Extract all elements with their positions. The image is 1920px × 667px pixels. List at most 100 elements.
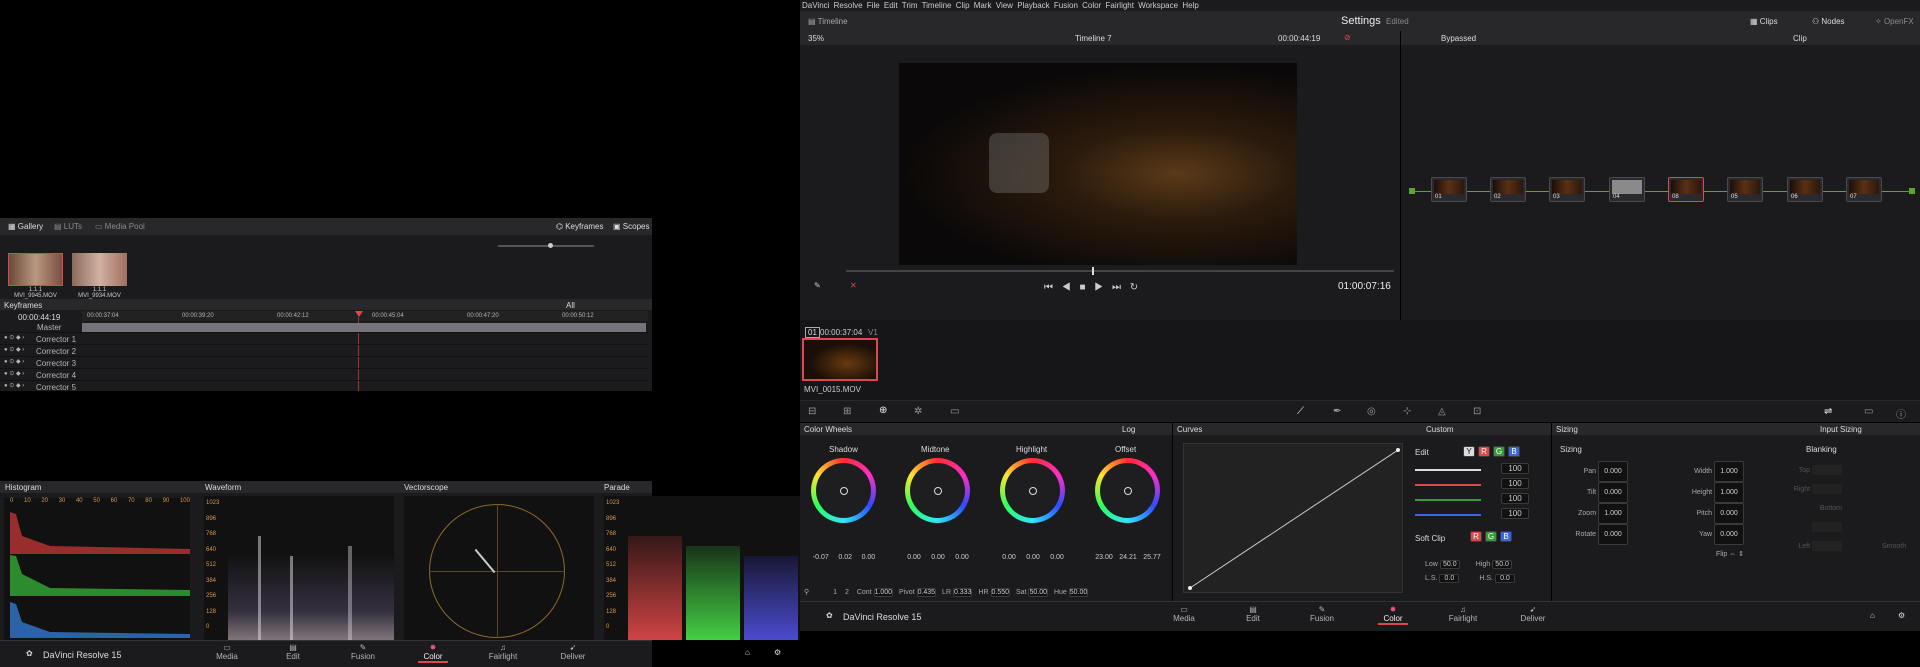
sizing-mode[interactable]: Input Sizing	[1820, 425, 1862, 434]
zoom-level[interactable]: 35%	[808, 34, 824, 43]
bypass-icon[interactable]: ⊘	[1344, 33, 1351, 42]
settings-gear-icon[interactable]: ⚙	[774, 648, 781, 657]
page-media-2[interactable]: ▭ Media	[1169, 605, 1199, 623]
channel-b[interactable]: B	[1508, 446, 1520, 457]
low-value[interactable]: 50.0	[1439, 560, 1460, 569]
keyframes-filter[interactable]: All	[566, 301, 575, 310]
loop-icon[interactable]: ↻	[1130, 282, 1138, 293]
g-intensity[interactable]: 100	[1501, 493, 1529, 504]
pan-value[interactable]: 0.000	[1598, 461, 1628, 482]
node-08[interactable]: 08	[1668, 177, 1704, 202]
curves-mode[interactable]: Custom	[1426, 425, 1454, 434]
menu-edit[interactable]: Edit	[884, 1, 898, 10]
menu-workspace[interactable]: Workspace	[1138, 1, 1178, 10]
tab-media-pool[interactable]: ▭ Media Pool	[95, 222, 145, 231]
window-icon[interactable]: ◎	[1367, 406, 1376, 417]
key-icon[interactable]: ⊡	[1473, 406, 1481, 417]
node-03[interactable]: 03	[1549, 177, 1585, 202]
menu-clip[interactable]: Clip	[956, 1, 970, 10]
wheels-mode[interactable]: Log	[1122, 425, 1135, 434]
contrast-value[interactable]: 1.000	[873, 588, 894, 597]
pitch-value[interactable]: 0.000	[1714, 503, 1744, 524]
openfx-button[interactable]: ✧ OpenFX	[1875, 17, 1914, 26]
nodes-button[interactable]: ⚇ Nodes	[1812, 17, 1845, 26]
channel-r[interactable]: R	[1478, 446, 1490, 457]
menu-mark[interactable]: Mark	[974, 1, 992, 10]
track-corrector-5[interactable]: ● ⊙ ◆ › Corrector 5	[0, 381, 648, 393]
node-02[interactable]: 02	[1490, 177, 1526, 202]
softclip-b[interactable]: B	[1500, 531, 1512, 542]
ls-value[interactable]: 0.0	[1439, 574, 1460, 583]
sat-value[interactable]: 50.00	[1028, 588, 1048, 597]
midtone-wheel[interactable]	[905, 458, 970, 523]
track-master[interactable]: Master	[0, 322, 648, 333]
page-edit[interactable]: ▤ Edit	[278, 643, 308, 661]
keyframes-button[interactable]: ⌬ Keyframes	[556, 222, 603, 231]
page-color[interactable]: ✸ Color	[418, 643, 448, 663]
node-04[interactable]: 04	[1609, 177, 1645, 202]
track-corrector-2[interactable]: ● ⊙ ◆ › Corrector 2	[0, 345, 648, 357]
qualifier-icon[interactable]: ✒	[1333, 406, 1341, 417]
r-intensity[interactable]: 100	[1501, 478, 1529, 489]
hs-value[interactable]: 0.0	[1494, 574, 1515, 583]
page-deliver-2[interactable]: ➹ Deliver	[1518, 605, 1548, 623]
menu-file[interactable]: File	[867, 1, 880, 10]
curve-graph[interactable]	[1183, 443, 1403, 593]
tracker-icon[interactable]: ⊹	[1403, 406, 1411, 417]
menu-view[interactable]: View	[996, 1, 1013, 10]
shadow-values[interactable]: -0.07 0.02 0.00	[808, 554, 880, 561]
offset-wheel[interactable]	[1095, 458, 1160, 523]
page-media[interactable]: ▭ Media	[212, 643, 242, 661]
scrub-bar[interactable]	[846, 267, 1394, 275]
parade-title[interactable]: Parade	[604, 483, 630, 492]
tab-luts[interactable]: ▤ LUTs	[54, 222, 82, 231]
flip-h-icon[interactable]: ⇔	[1729, 551, 1736, 558]
3d-icon[interactable]: ▭	[1864, 406, 1873, 417]
track-corrector-3[interactable]: ● ⊙ ◆ › Corrector 3	[0, 357, 648, 369]
track-corrector-4[interactable]: ● ⊙ ◆ › Corrector 4	[0, 369, 648, 381]
skip-end-icon[interactable]: ⏭	[1112, 282, 1121, 293]
page-fusion[interactable]: ✎ Fusion	[348, 643, 378, 661]
channel-g[interactable]: G	[1493, 446, 1505, 457]
menu-playback[interactable]: Playback	[1017, 1, 1049, 10]
page-deliver[interactable]: ➹ Deliver	[558, 643, 588, 661]
y-intensity[interactable]: 100	[1501, 463, 1529, 474]
menu-color[interactable]: Color	[1082, 1, 1101, 10]
softclip-g[interactable]: G	[1485, 531, 1497, 542]
rotate-value[interactable]: 0.000	[1598, 524, 1628, 545]
b-intensity[interactable]: 100	[1501, 508, 1529, 519]
height-value[interactable]: 1.000	[1714, 482, 1744, 503]
blur-icon[interactable]: ◬	[1438, 406, 1446, 417]
clips-button[interactable]: ▦ Clips	[1750, 17, 1778, 26]
node-01[interactable]: 01	[1431, 177, 1467, 202]
play-icon[interactable]: ▶	[1094, 282, 1103, 293]
waveform-title[interactable]: Waveform	[205, 483, 241, 492]
color-wheels-icon[interactable]: ⊕	[879, 405, 887, 416]
timeline-name[interactable]: Timeline 7	[1075, 34, 1112, 43]
zoom-value[interactable]: 1.000	[1598, 503, 1628, 524]
rgb-mixer-icon[interactable]: ✲	[914, 406, 922, 417]
width-value[interactable]: 1.000	[1714, 461, 1744, 482]
camera-raw-icon[interactable]: ⊟	[808, 406, 816, 417]
menu-fusion[interactable]: Fusion	[1054, 1, 1078, 10]
flip-v-icon[interactable]: ⇕	[1738, 551, 1744, 558]
page-color-2[interactable]: ✸ Color	[1378, 605, 1408, 625]
still-1[interactable]	[8, 253, 63, 286]
node-06[interactable]: 06	[1787, 177, 1823, 202]
softclip-r[interactable]: R	[1470, 531, 1482, 542]
highlight-values[interactable]: 0.00 0.00 0.00	[997, 554, 1069, 561]
color-picker-icon[interactable]: ✎	[814, 281, 821, 290]
shadow-wheel[interactable]	[811, 458, 876, 523]
color-match-icon[interactable]: ⊞	[843, 406, 851, 417]
playhead-marker[interactable]	[355, 311, 363, 317]
midtone-values[interactable]: 0.00 0.00 0.00	[902, 554, 974, 561]
page-fusion-2[interactable]: ✎ Fusion	[1307, 605, 1337, 623]
page-fairlight-2[interactable]: ♫ Fairlight	[1448, 605, 1478, 623]
auto-balance-icon[interactable]: ⚲	[804, 589, 809, 596]
page-fairlight[interactable]: ♫ Fairlight	[488, 643, 518, 661]
speaker-mute-icon[interactable]: ✕	[850, 281, 857, 290]
yaw-value[interactable]: 0.000	[1714, 524, 1744, 545]
sizing-icon[interactable]: ⇌	[1824, 406, 1832, 417]
hue-value[interactable]: 50.00	[1068, 588, 1089, 597]
track-corrector-1[interactable]: ● ⊙ ◆ › Corrector 1	[0, 333, 648, 345]
